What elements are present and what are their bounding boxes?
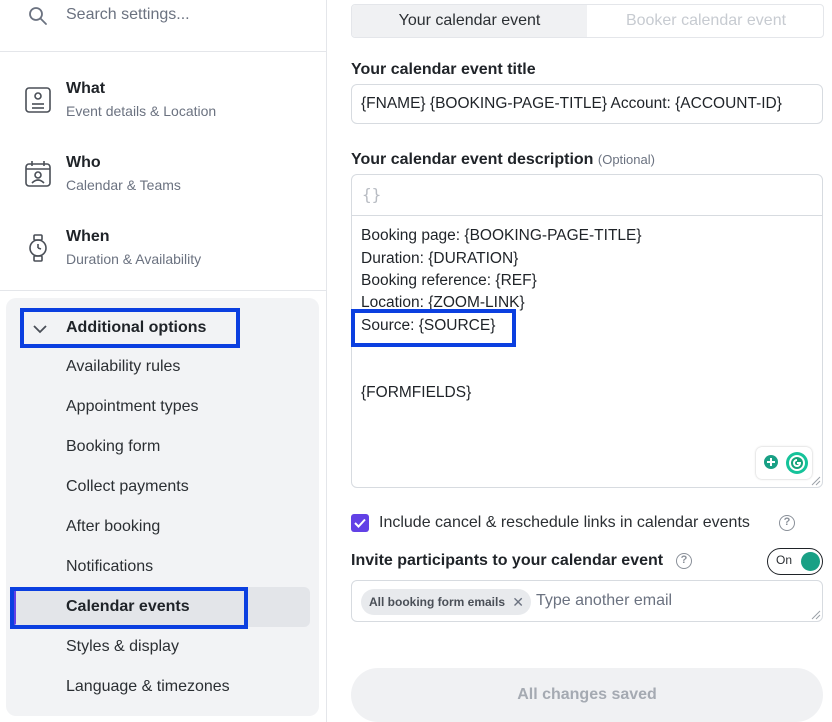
event-title-label: Your calendar event title <box>351 61 536 78</box>
optional-tag: (Optional) <box>597 152 655 167</box>
nav-who-subtitle: Calendar & Teams <box>66 177 181 193</box>
additional-options-label: Additional options <box>66 319 207 336</box>
nav-when-title: When <box>66 228 110 245</box>
watch-icon <box>29 234 47 262</box>
sidebar-item-language-timezones[interactable]: Language & timezones <box>66 678 230 696</box>
insert-variable-icon[interactable]: {} <box>362 185 381 204</box>
save-button[interactable]: All changes saved <box>351 668 823 722</box>
settings-sidebar: Search settings... What Event details & … <box>0 0 327 722</box>
nav-who[interactable]: Who Calendar & Teams <box>0 148 326 222</box>
email-chip-label: All booking form emails <box>369 595 506 609</box>
search-settings[interactable]: Search settings... <box>0 0 326 52</box>
chevron-down-icon <box>33 325 47 334</box>
search-icon <box>29 7 47 25</box>
nav-divider <box>0 290 326 291</box>
toggle-knob <box>801 552 820 571</box>
nav-when[interactable]: When Duration & Availability <box>0 222 326 296</box>
sidebar-item-booking-form[interactable]: Booking form <box>66 438 160 456</box>
event-description-label: Your calendar event description (Optiona… <box>351 151 655 169</box>
description-line: Duration: {DURATION} <box>361 250 519 267</box>
help-icon[interactable]: ? <box>779 515 795 531</box>
invite-emails-input[interactable]: All booking form emails ✕ Type another e… <box>351 580 823 622</box>
invite-email-placeholder[interactable]: Type another email <box>536 592 672 610</box>
event-title-input[interactable]: {FNAME} {BOOKING-PAGE-TITLE} Account: {A… <box>351 84 823 124</box>
sidebar-item-appointment-types[interactable]: Appointment types <box>66 398 199 416</box>
include-links-checkbox[interactable] <box>351 514 369 532</box>
include-links-label: Include cancel & reschedule links in cal… <box>379 514 750 531</box>
grammarly-icon <box>786 452 808 474</box>
calendar-events-highlight <box>10 587 248 629</box>
toggle-state: On <box>776 553 793 567</box>
nav-what[interactable]: What Event details & Location <box>0 74 326 148</box>
additional-options-toggle[interactable]: Additional options <box>20 308 240 348</box>
sidebar-item-after-booking[interactable]: After booking <box>66 518 160 536</box>
profile-card-icon <box>25 87 51 113</box>
description-line: Booking reference: {REF} <box>361 272 537 289</box>
description-line: Booking page: {BOOKING-PAGE-TITLE} <box>361 227 642 244</box>
description-line: {FORMFIELDS} <box>361 384 472 401</box>
resize-handle-icon[interactable] <box>811 476 821 486</box>
sidebar-item-collect-payments[interactable]: Collect payments <box>66 478 189 496</box>
tab-your-calendar-event[interactable]: Your calendar event <box>352 5 587 37</box>
tab-booker-calendar-event[interactable]: Booker calendar event <box>588 5 823 37</box>
email-chip[interactable]: All booking form emails ✕ <box>361 589 532 615</box>
event-description-label-text: Your calendar event description <box>351 151 594 168</box>
calendar-person-icon <box>25 161 51 187</box>
invite-participants-label: Invite participants to your calendar eve… <box>351 552 664 569</box>
source-highlight <box>351 309 516 347</box>
lightbulb-icon <box>764 455 778 469</box>
nav-what-subtitle: Event details & Location <box>66 103 217 119</box>
help-icon[interactable]: ? <box>676 553 692 569</box>
search-input[interactable]: Search settings... <box>66 6 190 24</box>
sidebar-item-notifications[interactable]: Notifications <box>66 558 153 576</box>
calendar-event-tabs: Your calendar event Booker calendar even… <box>351 4 824 38</box>
sidebar-item-styles-display[interactable]: Styles & display <box>66 638 179 656</box>
sidebar-item-availability-rules[interactable]: Availability rules <box>66 358 180 376</box>
description-toolbar: {} <box>352 175 822 216</box>
invite-toggle[interactable]: On <box>767 548 823 575</box>
nav-who-title: Who <box>66 154 101 171</box>
resize-handle-icon[interactable] <box>811 610 821 620</box>
nav-what-title: What <box>66 80 106 97</box>
nav-when-subtitle: Duration & Availability <box>66 251 202 267</box>
checkmark-icon <box>354 518 366 528</box>
grammarly-widget[interactable] <box>756 447 812 479</box>
close-icon[interactable]: ✕ <box>512 589 524 615</box>
